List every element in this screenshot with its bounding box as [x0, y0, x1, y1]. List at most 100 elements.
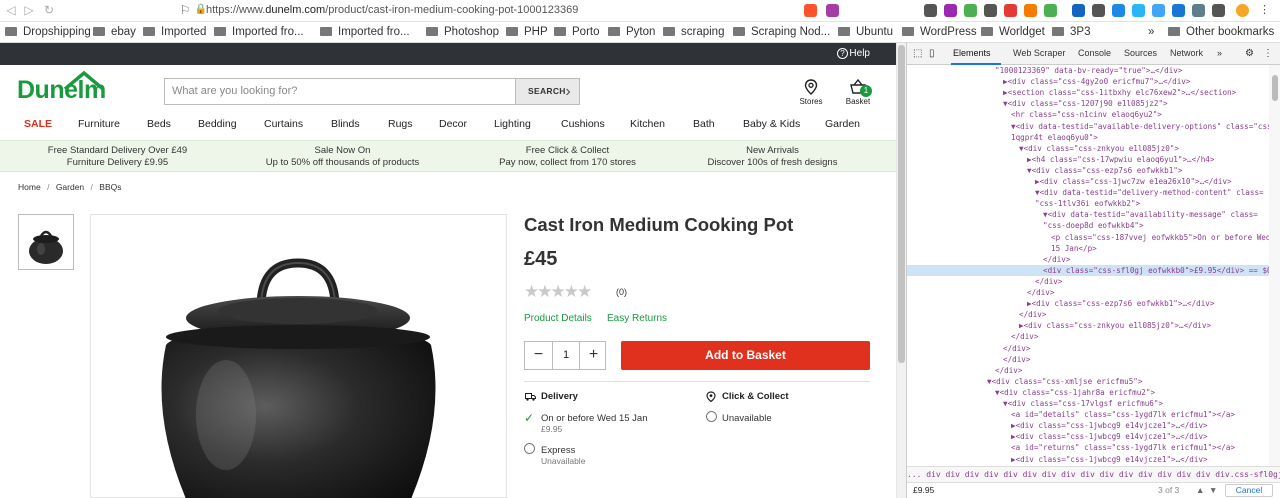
bookmark-page-icon[interactable]: ⚐ — [178, 3, 192, 17]
device-toolbar-icon[interactable]: ▯ — [929, 48, 935, 59]
brave-rewards-icon[interactable] — [826, 4, 839, 17]
nav-item-garden[interactable]: Garden — [825, 118, 860, 130]
dom-tree-line[interactable]: <p class="css-187vvej eofwkkb5">On or be… — [907, 232, 1280, 243]
dom-tree-line[interactable]: <a id="details" class="css-1ygd7lk ericf… — [907, 409, 1280, 420]
nav-item-bedding[interactable]: Bedding — [198, 118, 237, 130]
dom-tree-line[interactable]: "1000123369" data-bv-ready="true">…</div… — [907, 65, 1280, 76]
brave-shield-icon[interactable] — [804, 4, 817, 17]
dom-tree-line[interactable]: ▶<div class="css-1jwc7zw e1ea26x10">…</d… — [907, 176, 1280, 187]
nav-item-rugs[interactable]: Rugs — [388, 118, 413, 130]
quantity-decrease-button[interactable]: − — [525, 342, 552, 369]
breadcrumb-garden[interactable]: Garden — [56, 182, 84, 192]
tab-network[interactable]: Network — [1170, 48, 1203, 58]
dom-tree-line[interactable]: ▶<div class="css-1jwbcg9 e14vjcze1">…</d… — [907, 454, 1280, 465]
dom-tree-line[interactable]: <div class="css-sfl0gj eofwkkb0">£9.95</… — [907, 264, 1280, 276]
elements-scrollbar[interactable] — [1269, 65, 1280, 466]
dom-tree-line[interactable]: </div> — [907, 309, 1280, 320]
bookmark-folder[interactable]: Photoshop — [426, 25, 499, 40]
bookmark-folder[interactable]: Ubuntu — [838, 25, 893, 40]
extension-icon[interactable] — [1044, 4, 1057, 17]
search-input[interactable]: What are you looking for? — [164, 78, 516, 105]
bookmark-folder[interactable]: WordPress — [902, 25, 977, 40]
extension-icon[interactable] — [924, 4, 937, 17]
dom-tree-line[interactable]: ▶<div class="css-znkyou e1l085jz0">…</di… — [907, 320, 1280, 331]
nav-item-beds[interactable]: Beds — [147, 118, 171, 130]
profile-avatar[interactable] — [1236, 4, 1249, 17]
forward-icon[interactable]: ▷ — [22, 3, 36, 17]
breadcrumb-home[interactable]: Home — [18, 182, 41, 192]
bookmark-folder[interactable]: Pyton — [608, 25, 655, 40]
bookmark-folder[interactable]: Imported — [143, 25, 206, 40]
extension-icon[interactable] — [1092, 4, 1105, 17]
dom-tree-line[interactable]: "css-1tlv36i eofwkkb2"> — [907, 198, 1280, 209]
dom-tree-line[interactable]: </div> — [907, 287, 1280, 298]
metamask-icon[interactable] — [1024, 4, 1037, 17]
bookmark-folder[interactable]: Worldget — [981, 25, 1045, 40]
dom-tree-line[interactable]: ▼<div class="css-xmljse ericfmu5"> — [907, 376, 1280, 387]
nav-item-cushions[interactable]: Cushions — [561, 118, 605, 130]
extension-icon[interactable] — [1004, 4, 1017, 17]
find-input[interactable]: £9.95 — [913, 483, 934, 498]
other-bookmarks[interactable]: Other bookmarks — [1168, 25, 1274, 40]
elements-scroll-thumb[interactable] — [1272, 75, 1278, 101]
address-bar[interactable]: https://www.dunelm.com/product/cast-iron… — [206, 2, 766, 19]
bookmark-folder[interactable]: Imported fro... — [320, 25, 410, 40]
dom-tree-line[interactable]: ▶<div class="css-1jwbcg9 e14vjcze1">…</d… — [907, 420, 1280, 431]
dom-tree-line[interactable]: ▶<div class="css-1jwbcg9 e14vjcze1">…</d… — [907, 431, 1280, 442]
bookmark-folder[interactable]: 3P3 — [1052, 25, 1090, 40]
settings-icon[interactable]: ⚙ — [1245, 48, 1254, 59]
nav-item-blinds[interactable]: Blinds — [331, 118, 360, 130]
review-count[interactable]: (0) — [616, 287, 627, 297]
quantity-value[interactable]: 1 — [552, 342, 580, 369]
tab-web-scraper[interactable]: Web Scraper — [1013, 48, 1065, 58]
promo-item[interactable]: Sale Now On Up to 50% off thousands of pr… — [240, 145, 445, 169]
rating-stars[interactable]: ★★★★★ — [524, 282, 592, 302]
dom-tree-line[interactable]: ▼<div class="css-ezp7s6 eofwkkb1"> — [907, 165, 1280, 176]
dom-tree-line[interactable]: ▼<div class="css-1207j90 e1l085jz2"> — [907, 98, 1280, 109]
nav-item-furniture[interactable]: Furniture — [78, 118, 120, 130]
bookmark-folder[interactable]: PHP — [506, 25, 548, 40]
product-main-image[interactable] — [90, 214, 507, 498]
bookmark-folder[interactable]: ebay — [93, 25, 136, 40]
extension-icon[interactable] — [984, 4, 997, 17]
inspect-element-icon[interactable]: ⬚ — [913, 48, 922, 59]
dom-tree-line[interactable]: ▼<div data-testid="delivery-method-conte… — [907, 187, 1280, 198]
dom-tree-line[interactable]: </div> — [907, 365, 1280, 376]
cast-icon[interactable] — [1212, 4, 1225, 17]
nav-item-decor[interactable]: Decor — [439, 118, 467, 130]
extension-icon[interactable] — [964, 4, 977, 17]
product-details-link[interactable]: Product Details — [524, 313, 592, 324]
dom-tree-line[interactable]: ▶<div class="css-4gy2o0 ericfmu7">…</div… — [907, 76, 1280, 87]
elements-tree[interactable]: "1000123369" data-bv-ready="true">…</div… — [907, 65, 1280, 466]
dom-breadcrumbs[interactable]: ... div div div div div div div div div … — [907, 466, 1280, 482]
tab-console[interactable]: Console — [1078, 48, 1111, 58]
dom-tree-line[interactable]: </div> — [907, 331, 1280, 342]
dom-tree-line[interactable]: ▼<div data-testid="available-delivery-op… — [907, 121, 1280, 132]
tab-sources[interactable]: Sources — [1124, 48, 1157, 58]
add-to-basket-button[interactable]: Add to Basket — [621, 341, 870, 370]
search-button[interactable]: SEARCH › — [516, 78, 580, 105]
dom-tree-line[interactable]: 15 Jan</p> — [907, 243, 1280, 254]
nav-item-sale[interactable]: SALE — [24, 118, 52, 130]
dom-tree-line[interactable]: </div> — [907, 254, 1280, 265]
nav-item-kitchen[interactable]: Kitchen — [630, 118, 665, 130]
help-icon[interactable]: ? — [837, 48, 848, 59]
back-icon[interactable]: ◁ — [4, 3, 18, 17]
more-tabs-button[interactable]: » — [1217, 48, 1222, 58]
extension-icon[interactable] — [1152, 4, 1165, 17]
nav-item-curtains[interactable]: Curtains — [264, 118, 303, 130]
page-scrollbar[interactable] — [896, 43, 906, 498]
quantity-increase-button[interactable]: + — [580, 342, 607, 369]
bookmark-folder[interactable]: scraping — [663, 25, 724, 40]
extension-icon[interactable] — [1112, 4, 1125, 17]
tab-elements[interactable]: Elements — [953, 48, 991, 58]
extension-icon[interactable] — [944, 4, 957, 17]
help-link[interactable]: Help — [849, 48, 870, 59]
bookmark-folder[interactable]: Imported fro... — [214, 25, 304, 40]
product-thumbnail[interactable] — [18, 214, 74, 270]
bookmark-folder[interactable]: Porto — [554, 25, 600, 40]
dom-tree-line[interactable]: </div> — [907, 354, 1280, 365]
dom-tree-line[interactable]: ▼<div class="css-1jahr8a ericfmu2"> — [907, 387, 1280, 398]
menu-icon[interactable]: ⋮ — [1258, 4, 1271, 17]
bookmark-folder[interactable]: Scraping Nod... — [733, 25, 830, 40]
